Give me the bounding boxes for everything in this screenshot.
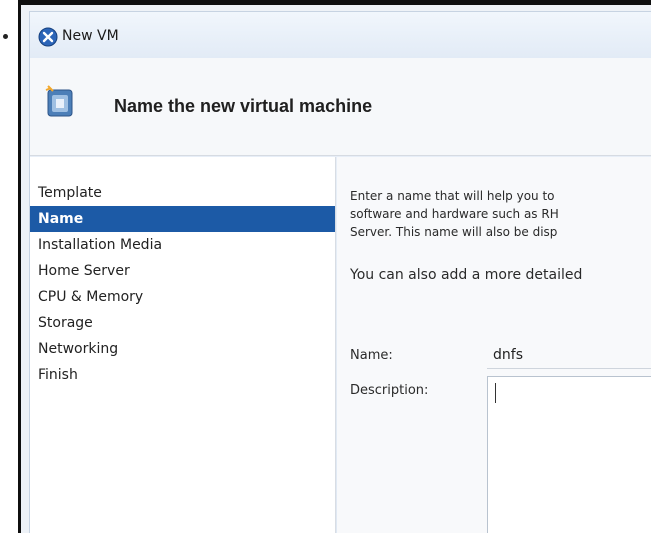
- list-bullet: [3, 34, 8, 39]
- title-bar: New VM: [30, 12, 651, 58]
- nav-item-storage[interactable]: Storage: [30, 310, 335, 336]
- nav-item-template[interactable]: Template: [30, 180, 335, 206]
- description-textarea[interactable]: [487, 376, 651, 533]
- description-hint: You can also add a more detailed: [350, 267, 583, 283]
- instructions-line: Enter a name that will help you to: [350, 189, 555, 203]
- nav-item-name[interactable]: Name: [30, 206, 335, 232]
- new-vm-window: New VM Name the new virtual machine Temp…: [29, 11, 651, 533]
- name-input[interactable]: [487, 341, 651, 369]
- nav-item-finish[interactable]: Finish: [30, 362, 335, 388]
- nav-item-cpu-memory[interactable]: CPU & Memory: [30, 284, 335, 310]
- nav-item-networking[interactable]: Networking: [30, 336, 335, 362]
- name-label: Name:: [350, 348, 393, 363]
- instructions-line: software and hardware such as RH: [350, 207, 559, 221]
- window-title: New VM: [62, 28, 119, 44]
- instructions-line: Server. This name will also be disp: [350, 225, 558, 239]
- nav-item-installation-media[interactable]: Installation Media: [30, 232, 335, 258]
- xenserver-icon: [38, 27, 58, 47]
- wizard-content: Enter a name that will help you to softw…: [337, 157, 651, 533]
- nav-item-home-server[interactable]: Home Server: [30, 258, 335, 284]
- screenshot-frame: New VM Name the new virtual machine Temp…: [18, 0, 651, 533]
- instructions-text: Enter a name that will help you to softw…: [350, 187, 651, 241]
- wizard-header: Name the new virtual machine: [30, 58, 651, 156]
- description-label: Description:: [350, 383, 429, 398]
- server-icon: [45, 85, 73, 117]
- text-caret: [495, 383, 496, 403]
- page-title: Name the new virtual machine: [114, 96, 373, 116]
- wizard-nav: Template Name Installation Media Home Se…: [30, 157, 336, 533]
